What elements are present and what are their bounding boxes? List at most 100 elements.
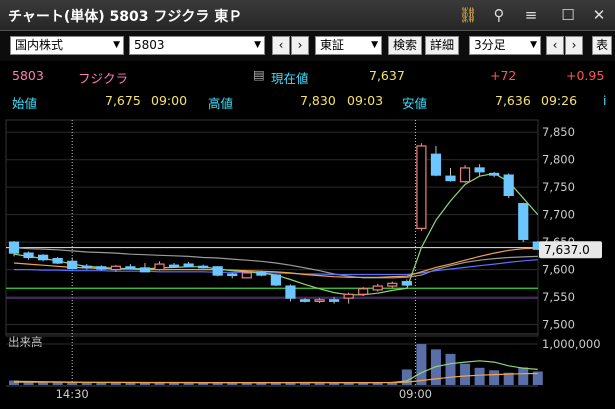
candle-body bbox=[358, 288, 369, 295]
y-tick-label: 7,850 bbox=[542, 125, 575, 139]
candle-body bbox=[168, 264, 180, 268]
extra-marker: i bbox=[603, 93, 607, 108]
stock-code: 5803 bbox=[12, 68, 44, 83]
candle-body bbox=[67, 260, 78, 270]
chevron-down-icon: ▼ bbox=[254, 40, 261, 50]
candle-body bbox=[503, 174, 514, 197]
candle-body bbox=[372, 285, 383, 291]
candle-body bbox=[52, 257, 63, 264]
volume-bar bbox=[445, 353, 456, 385]
y-tick-label: 7,800 bbox=[542, 153, 575, 167]
menu-icon[interactable]: ≡ bbox=[520, 4, 542, 26]
x-tick-label: 09:00 bbox=[399, 387, 432, 401]
candle-body bbox=[387, 282, 398, 287]
market-select[interactable]: 国内株式 ▼ bbox=[10, 36, 124, 55]
low-value: 7,636 bbox=[495, 93, 531, 108]
interval-next-button[interactable]: › bbox=[565, 36, 583, 55]
stock-name: フジクラ bbox=[78, 71, 129, 86]
candle-body bbox=[110, 265, 121, 271]
volume-bar bbox=[416, 344, 427, 385]
current-price-value: 7,637 bbox=[369, 68, 405, 83]
candle-body bbox=[183, 263, 194, 267]
high-time: 09:03 bbox=[347, 93, 384, 108]
candle-body bbox=[198, 265, 209, 269]
link-icon[interactable]: ⛓ bbox=[457, 4, 479, 26]
candle-body bbox=[445, 175, 456, 182]
candle-body bbox=[139, 267, 151, 273]
price-chart[interactable]: 7,8507,8007,7507,7007,6507,6007,5507,500… bbox=[0, 112, 615, 409]
candle-body bbox=[125, 266, 136, 269]
candle-body bbox=[37, 254, 49, 261]
maximize-icon[interactable]: ☐ bbox=[557, 4, 579, 26]
candle-body bbox=[285, 285, 296, 299]
volume-bar bbox=[518, 367, 529, 385]
candle-body bbox=[96, 266, 107, 270]
candle-body bbox=[81, 265, 92, 269]
high-label: 高値 bbox=[208, 96, 234, 111]
candle-body bbox=[343, 293, 354, 299]
candle-body bbox=[154, 263, 165, 271]
open-value: 7,675 bbox=[105, 93, 141, 108]
volume-tick-label: 1,000,000 bbox=[542, 337, 601, 351]
low-time: 09:26 bbox=[541, 93, 578, 108]
toolbar: 国内株式 ▼ 5803 ▼ ‹ › 東証 ▼ 検索 詳細 3分足 ▼ ‹ › 表 bbox=[0, 31, 615, 61]
change-percent: +0.95 bbox=[566, 68, 605, 83]
candle-body bbox=[459, 167, 471, 183]
y-tick-label: 7,700 bbox=[542, 208, 575, 222]
ohlc-row: 始値 7,675 09:00 高値 7,830 09:03 安値 7,636 0… bbox=[0, 90, 615, 114]
candle-body bbox=[8, 241, 20, 254]
y-tick-label: 7,750 bbox=[542, 180, 575, 194]
candle-body bbox=[241, 272, 252, 279]
candle-body bbox=[299, 299, 311, 302]
search-icon[interactable]: ⚲ bbox=[488, 4, 510, 26]
high-value: 7,830 bbox=[300, 93, 336, 108]
current-price-label: 現在値 bbox=[271, 71, 309, 86]
candle-body bbox=[489, 172, 500, 176]
chevron-down-icon: ▼ bbox=[530, 40, 537, 50]
chevron-down-icon: ▼ bbox=[371, 40, 378, 50]
volume-label: 出来高 bbox=[8, 335, 43, 349]
candle-body bbox=[329, 299, 340, 302]
open-time: 09:00 bbox=[151, 93, 188, 108]
quote-row: 5803 フジクラ ▤ 現在値 7,637 +72 +0.95 bbox=[0, 64, 615, 88]
candle-body bbox=[401, 281, 412, 286]
interval-prev-button[interactable]: ‹ bbox=[546, 36, 564, 55]
prev-code-button[interactable]: ‹ bbox=[272, 36, 290, 55]
window-title: チャート(単体) 5803 フジクラ 東Ｐ bbox=[8, 9, 243, 25]
low-label: 安値 bbox=[402, 96, 428, 111]
candle-body bbox=[227, 273, 238, 277]
volume-bar bbox=[460, 363, 471, 385]
price-panel-frame bbox=[5, 119, 539, 337]
candle-body bbox=[212, 266, 223, 276]
close-icon[interactable]: ✕ bbox=[588, 4, 610, 26]
candle-body bbox=[474, 167, 485, 173]
candle-body bbox=[430, 153, 442, 176]
document-icon: ▤ bbox=[253, 67, 265, 82]
y-tick-label: 7,500 bbox=[542, 318, 575, 332]
next-code-button[interactable]: › bbox=[291, 36, 309, 55]
candle-body bbox=[256, 271, 267, 276]
candle-body bbox=[416, 145, 427, 229]
y-tick-label: 7,550 bbox=[542, 290, 575, 304]
code-input[interactable]: 5803 ▼ bbox=[129, 36, 265, 55]
volume-ma-slow-line bbox=[14, 372, 538, 384]
table-button[interactable]: 表 bbox=[592, 36, 612, 55]
volume-bar bbox=[489, 370, 500, 385]
candle-body bbox=[270, 274, 281, 286]
y-tick-label: 7,600 bbox=[542, 263, 575, 277]
last-price-label: 7,637.0 bbox=[544, 243, 590, 257]
candle-body bbox=[314, 299, 325, 303]
volume-bar bbox=[474, 367, 485, 385]
x-tick-label: 14:30 bbox=[56, 387, 89, 401]
exchange-select[interactable]: 東証 ▼ bbox=[315, 36, 382, 55]
interval-select[interactable]: 3分足 ▼ bbox=[469, 36, 541, 55]
search-button[interactable]: 検索 bbox=[388, 36, 422, 55]
change-value: +72 bbox=[490, 68, 517, 83]
open-label: 始値 bbox=[12, 96, 38, 111]
candle-body bbox=[518, 203, 529, 240]
chevron-down-icon: ▼ bbox=[113, 40, 120, 50]
title-bar: チャート(単体) 5803 フジクラ 東Ｐ ⛓ ⚲ ≡ ☐ ✕ bbox=[0, 0, 615, 31]
detail-button[interactable]: 詳細 bbox=[425, 36, 459, 55]
volume-ma-fast-line bbox=[13, 360, 538, 384]
candle-body bbox=[23, 252, 34, 259]
